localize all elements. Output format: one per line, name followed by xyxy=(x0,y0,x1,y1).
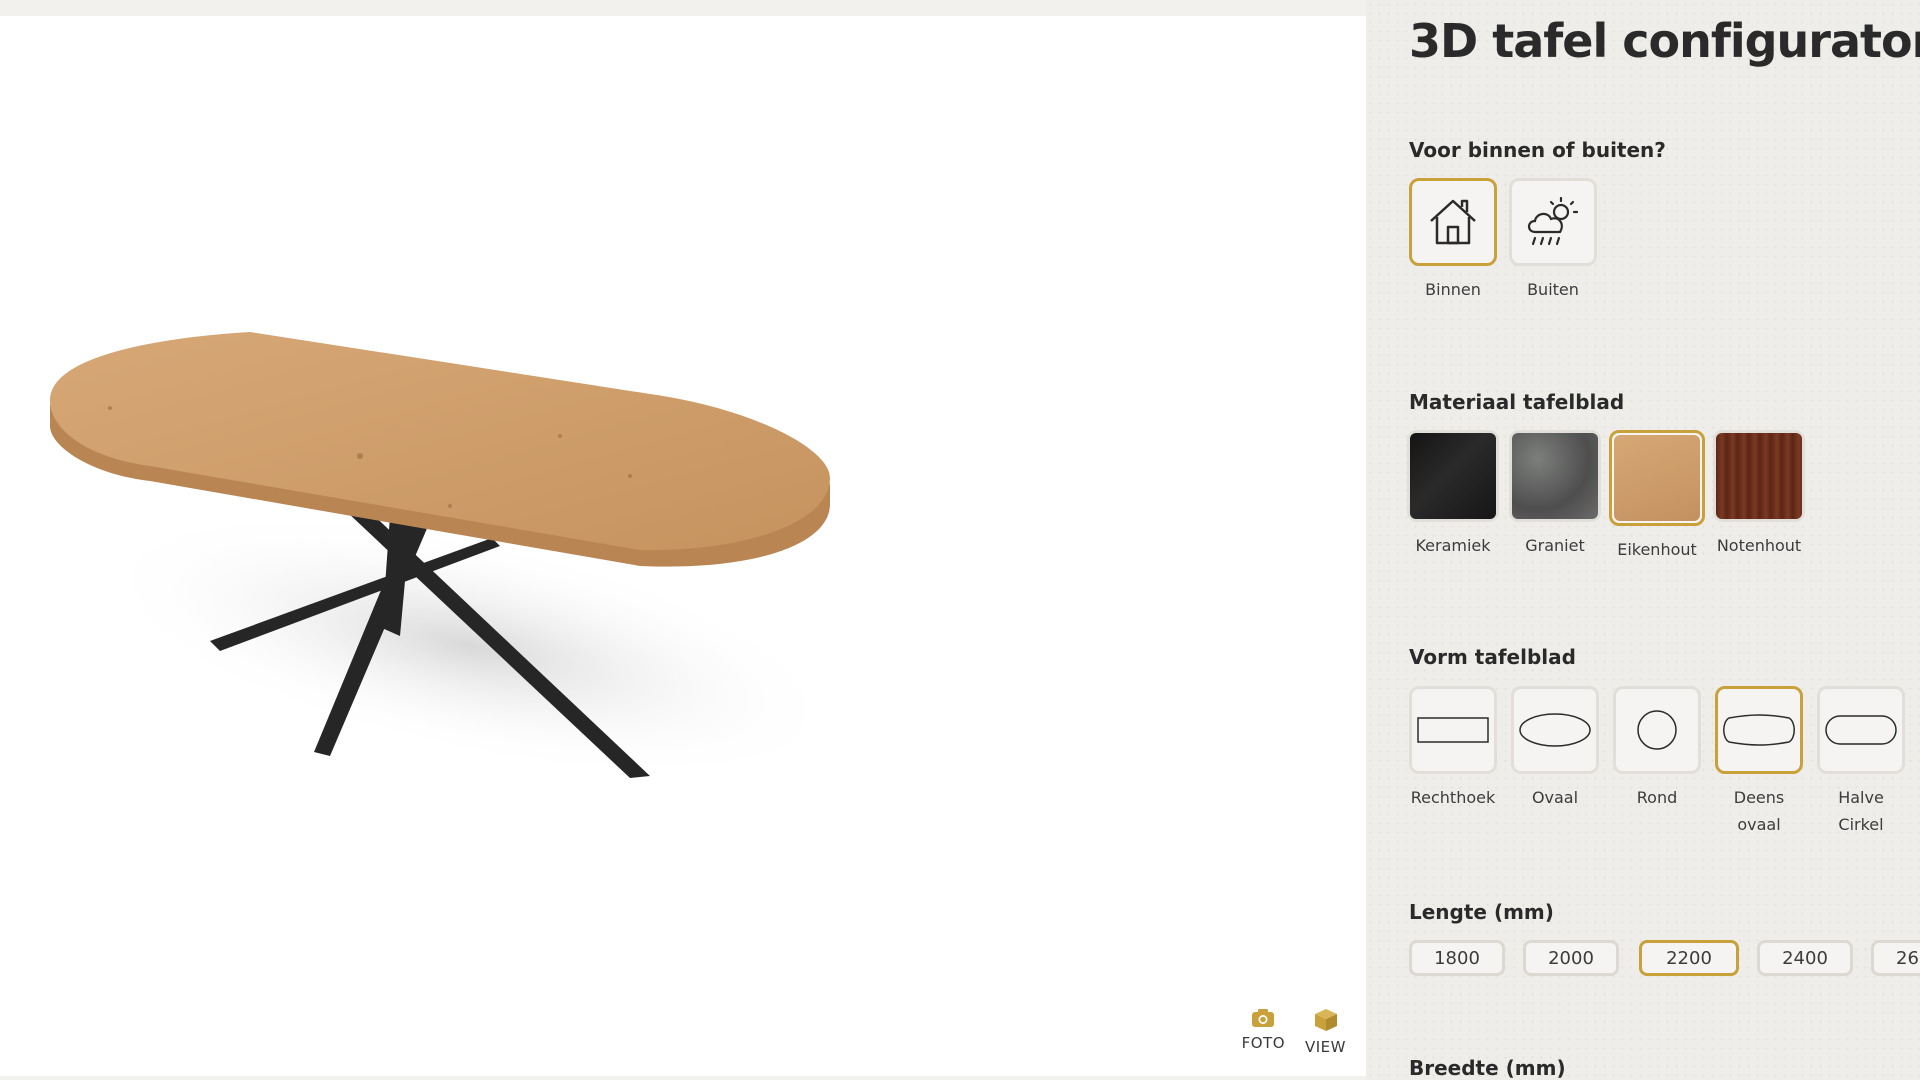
width-heading: Breedte (mm) xyxy=(1409,1056,1566,1080)
material-option-notenhout[interactable]: Notenhout xyxy=(1711,430,1807,559)
shape-option-deens-ovaal[interactable]: Deens ovaal xyxy=(1711,686,1807,838)
length-option-2000[interactable]: 2000 xyxy=(1523,940,1619,976)
view-button[interactable]: VIEW xyxy=(1305,1008,1346,1056)
material-option-eikenhout[interactable]: Eikenhout xyxy=(1609,430,1705,563)
notenhout-swatch xyxy=(1716,433,1802,519)
location-option-binnen[interactable]: Binnen xyxy=(1405,178,1501,303)
length-option-2600[interactable]: 26 xyxy=(1871,940,1920,976)
danish-oval-shape-icon xyxy=(1723,714,1795,746)
eikenhout-swatch xyxy=(1614,435,1700,521)
material-option-graniet[interactable]: Graniet xyxy=(1507,430,1603,559)
rectangle-shape-icon xyxy=(1417,717,1489,743)
keramiek-swatch xyxy=(1410,433,1496,519)
graniet-swatch xyxy=(1512,433,1598,519)
page-title: 3D tafel configurator xyxy=(1409,14,1920,68)
view-label: VIEW xyxy=(1305,1038,1346,1056)
material-label-graniet: Graniet xyxy=(1525,536,1585,555)
material-option-keramiek[interactable]: Keramiek xyxy=(1405,430,1501,559)
location-option-buiten[interactable]: Buiten xyxy=(1505,178,1601,303)
foto-label: FOTO xyxy=(1241,1034,1285,1052)
shape-option-halve-cirkel[interactable]: Halve Cirkel xyxy=(1813,686,1909,838)
table-3d-viewer[interactable]: FOTO VIEW xyxy=(0,16,1366,1076)
shape-option-ovaal[interactable]: Ovaal xyxy=(1507,686,1603,811)
table-3d-model[interactable] xyxy=(30,316,870,876)
location-label-binnen: Binnen xyxy=(1425,280,1481,299)
shape-option-rond[interactable]: Rond xyxy=(1609,686,1705,811)
circle-shape-icon xyxy=(1637,710,1677,750)
cube-icon xyxy=(1314,1009,1337,1031)
shape-option-rechthoek[interactable]: Rechthoek xyxy=(1405,686,1501,811)
shape-label-halve-cirkel: Halve Cirkel xyxy=(1838,788,1884,834)
shape-label-rond: Rond xyxy=(1636,788,1678,807)
location-label-buiten: Buiten xyxy=(1527,280,1579,299)
weather-cloud-icon xyxy=(1527,196,1579,246)
oval-shape-icon xyxy=(1519,713,1591,747)
length-option-2200[interactable]: 2200 xyxy=(1639,940,1739,976)
length-option-1800[interactable]: 1800 xyxy=(1409,940,1505,976)
shape-heading: Vorm tafelblad xyxy=(1409,645,1576,669)
camera-icon xyxy=(1252,1009,1275,1027)
house-icon xyxy=(1430,199,1476,245)
length-option-2400[interactable]: 2400 xyxy=(1757,940,1853,976)
material-label-keramiek: Keramiek xyxy=(1415,536,1491,555)
shape-label-deens-ovaal: Deens ovaal xyxy=(1733,788,1785,834)
foto-button[interactable]: FOTO xyxy=(1242,1008,1285,1056)
location-heading: Voor binnen of buiten? xyxy=(1409,138,1666,162)
length-heading: Lengte (mm) xyxy=(1409,900,1554,924)
material-label-notenhout: Notenhout xyxy=(1716,536,1802,555)
shape-label-ovaal: Ovaal xyxy=(1531,788,1579,807)
shape-label-rechthoek: Rechthoek xyxy=(1410,788,1496,807)
configurator-panel: 3D tafel configurator Voor binnen of bui… xyxy=(1366,0,1920,1080)
material-heading: Materiaal tafelblad xyxy=(1409,390,1625,414)
material-label-eikenhout: Eikenhout xyxy=(1617,540,1697,559)
half-circle-shape-icon xyxy=(1825,715,1897,745)
